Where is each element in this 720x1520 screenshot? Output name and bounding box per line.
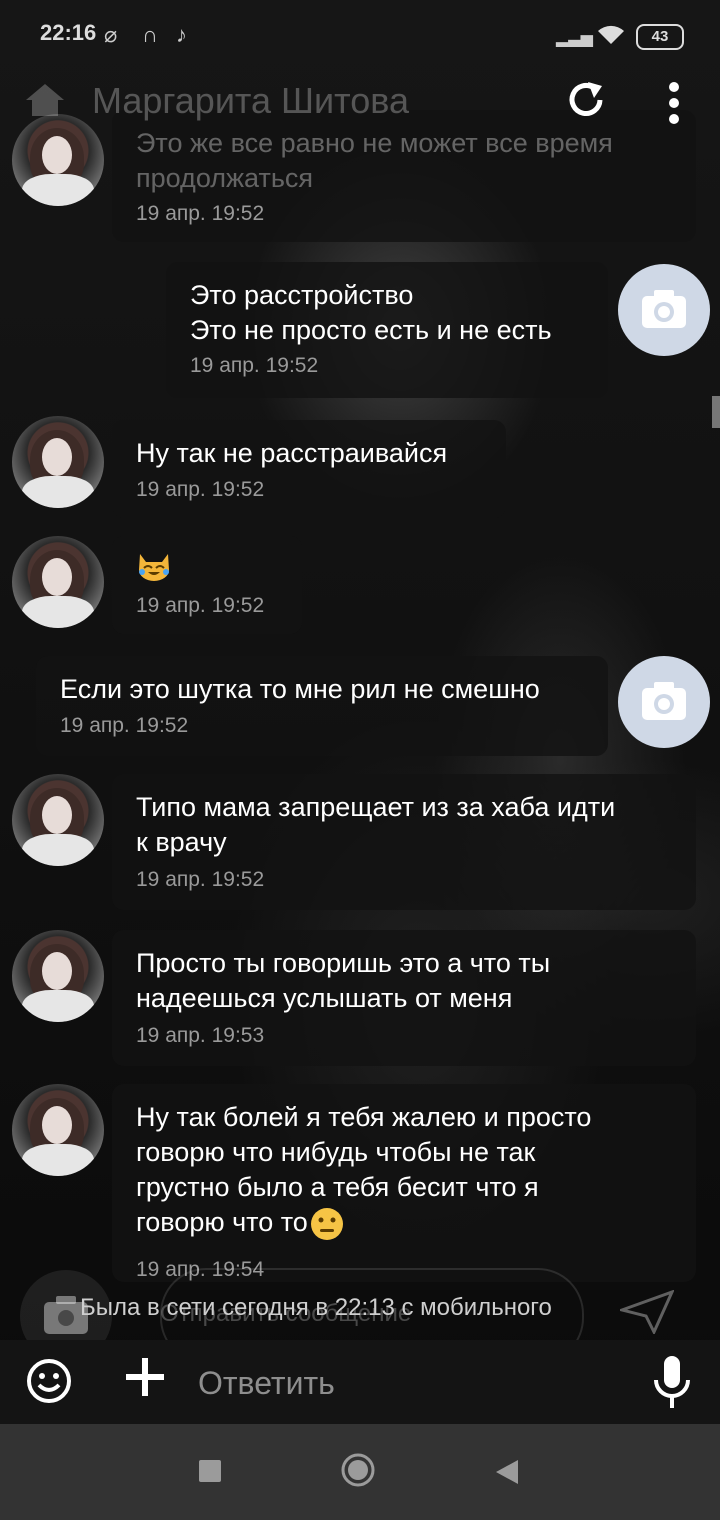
contact-avatar[interactable]: [12, 930, 104, 1022]
neutral-face-icon: [310, 1207, 343, 1240]
back-button[interactable]: [494, 1458, 520, 1486]
recent-apps-button[interactable]: [199, 1460, 221, 1482]
outgoing-message-bubble[interactable]: Если это шутка то мне рил не смешно 19 а…: [36, 656, 608, 756]
message-time: 19 апр. 19:52: [60, 714, 189, 737]
outgoing-message-bubble[interactable]: Это расстройство Это не просто есть и не…: [166, 262, 608, 398]
reply-bar: [0, 1340, 720, 1424]
last-seen-status: Была в сети сегодня в 22:13 с мобильного: [80, 1294, 552, 1321]
message-text: Ну так не расстраивайся: [136, 438, 448, 468]
contact-avatar[interactable]: [12, 416, 104, 508]
incoming-message-bubble[interactable]: Ну так болей я тебя жалею и просто говор…: [112, 1084, 696, 1282]
message-text: Если это шутка то мне рил не смешно: [60, 674, 540, 704]
send-icon: [620, 1290, 674, 1334]
chat-header: Маргарита Шитова: [0, 70, 720, 130]
message-time: 19 апр. 19:52: [136, 868, 265, 891]
microphone-icon[interactable]: [652, 1354, 692, 1410]
contact-avatar[interactable]: [12, 774, 104, 866]
camera-icon: [642, 290, 686, 328]
reply-input[interactable]: [196, 1352, 620, 1414]
message-text: Ну так болей я тебя жалею и просто говор…: [136, 1100, 591, 1241]
incoming-message-bubble[interactable]: Типо мама запрещает из за хаба идти к вр…: [112, 774, 696, 910]
message-time: 19 апр. 19:52: [136, 478, 265, 501]
message-time: 19 апр. 19:52: [136, 594, 265, 617]
cat-tears-of-joy-icon: [139, 554, 169, 581]
message-time: 19 апр. 19:52: [136, 202, 265, 225]
message-text: Типо мама запрещает из за хаба идти к вр…: [136, 792, 616, 857]
refresh-icon[interactable]: [564, 78, 608, 122]
scroll-indicator[interactable]: [712, 396, 720, 428]
camera-icon: [642, 682, 686, 720]
more-menu-icon[interactable]: [664, 78, 684, 124]
incoming-message-bubble[interactable]: Просто ты говоришь это а что ты надеешьс…: [112, 930, 696, 1066]
incoming-message-bubble[interactable]: Ну так не расстраивайся 19 апр. 19:52: [112, 420, 506, 518]
message-text-content: Ну так болей я тебя жалею и просто говор…: [136, 1102, 592, 1237]
emoji-icon[interactable]: [26, 1358, 72, 1404]
home-button[interactable]: [340, 1452, 376, 1488]
message-time: 19 апр. 19:52: [190, 354, 319, 377]
incoming-message-bubble[interactable]: 19 апр. 19:52: [112, 536, 302, 634]
contact-name[interactable]: Маргарита Шитова: [92, 80, 409, 122]
my-avatar[interactable]: [618, 264, 710, 356]
contact-avatar[interactable]: [12, 1084, 104, 1176]
system-navigation-bar: [0, 1424, 720, 1520]
my-avatar[interactable]: [618, 656, 710, 748]
message-text: Это расстройство Это не просто есть и не…: [190, 280, 552, 345]
message-text: Просто ты говоришь это а что ты надеешьс…: [136, 948, 551, 1013]
message-time: 19 апр. 19:53: [136, 1024, 265, 1047]
message-text: Это же все равно не может все время прод…: [136, 128, 613, 193]
attach-plus-icon[interactable]: [124, 1356, 166, 1398]
message-list[interactable]: Это же все равно не может все время прод…: [0, 0, 720, 1300]
contact-avatar[interactable]: [12, 536, 104, 628]
home-icon[interactable]: [24, 80, 66, 120]
